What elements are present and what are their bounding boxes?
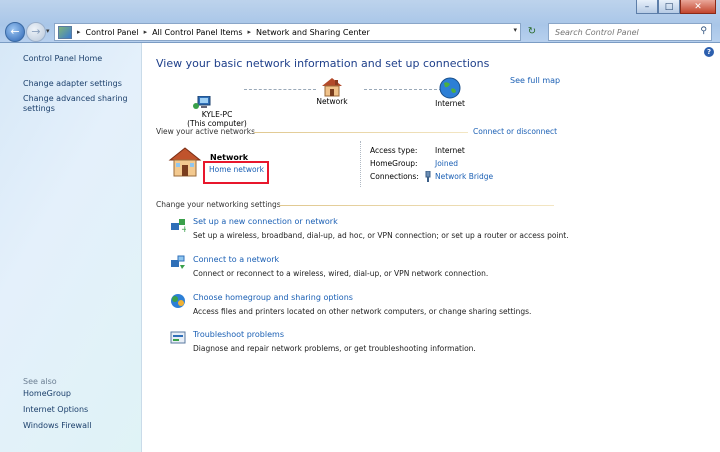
close-button[interactable]: ✕ (680, 0, 716, 14)
setup-new-connection-link[interactable]: Set up a new connection or network (193, 217, 338, 226)
refresh-button[interactable]: ↻ (523, 23, 541, 39)
active-networks-heading: View your active networks (156, 127, 255, 136)
sidebar: Control Panel Home Change adapter settin… (0, 43, 142, 452)
sidebar-windows-firewall[interactable]: Windows Firewall (23, 421, 91, 431)
connect-to-network-link[interactable]: Connect to a network (193, 255, 279, 264)
home-network-icon (168, 147, 202, 177)
homegroup-icon (171, 294, 185, 308)
sidebar-internet-options[interactable]: Internet Options (23, 405, 88, 415)
breadcrumb-control-panel[interactable]: Control Panel (86, 28, 139, 37)
new-connection-icon: + (171, 219, 186, 233)
computer-node: KYLE-PC (This computer) (182, 96, 252, 128)
breadcrumb-separator-icon[interactable]: ▸ (144, 28, 148, 36)
networking-settings-heading: Change your networking settings (156, 200, 281, 209)
sidebar-change-adapter-settings[interactable]: Change adapter settings (23, 79, 122, 89)
homegroup-sharing-desc: Access files and printers located on oth… (193, 307, 532, 316)
search-box[interactable]: ⚲ (548, 23, 712, 41)
vertical-divider (360, 141, 361, 187)
access-type-label: Access type: (370, 146, 418, 155)
forward-button[interactable]: → (26, 22, 46, 42)
window-controls: – □ ✕ (636, 0, 716, 14)
address-dropdown-icon[interactable]: ▾ (513, 26, 517, 34)
access-type-value: Internet (435, 146, 465, 155)
see-full-map-link[interactable]: See full map (510, 76, 560, 85)
maximize-button[interactable]: □ (658, 0, 680, 14)
network-bridge-link[interactable]: Network Bridge (435, 172, 493, 181)
connect-or-disconnect-link[interactable]: Connect or disconnect (473, 127, 557, 136)
breadcrumb-network-sharing-center[interactable]: Network and Sharing Center (256, 28, 370, 37)
computer-name: KYLE-PC (201, 110, 233, 119)
network-bridge-icon (425, 171, 431, 182)
house-network-icon (322, 78, 342, 97)
homegroup-sharing-link[interactable]: Choose homegroup and sharing options (193, 293, 353, 302)
section-divider (254, 132, 468, 133)
troubleshoot-icon (170, 331, 186, 344)
section-divider (279, 205, 554, 206)
breadcrumb-separator-icon[interactable]: ▸ (248, 28, 252, 36)
search-input[interactable] (553, 26, 697, 38)
address-bar[interactable]: ▸ Control Panel ▸ All Control Panel Item… (54, 23, 521, 41)
breadcrumb: ▸ Control Panel ▸ All Control Panel Item… (72, 28, 370, 37)
connect-network-icon (171, 255, 185, 269)
breadcrumb-all-items[interactable]: All Control Panel Items (152, 28, 242, 37)
recent-pages-dropdown[interactable]: ▾ (46, 27, 50, 35)
internet-node[interactable]: Internet (430, 77, 470, 108)
setup-new-connection-desc: Set up a wireless, broadband, dial-up, a… (193, 231, 569, 240)
connection-line (244, 89, 316, 90)
search-icon[interactable]: ⚲ (700, 26, 707, 36)
sidebar-control-panel-home[interactable]: Control Panel Home (23, 54, 102, 64)
main-content: ? View your basic network information an… (142, 43, 720, 452)
globe-icon (439, 77, 461, 99)
minimize-button[interactable]: – (636, 0, 658, 14)
network-type-link[interactable]: Home network (209, 165, 264, 174)
title-address-bar: – □ ✕ ← → ▾ ▸ Control Panel ▸ All Contro… (0, 0, 720, 43)
sidebar-change-advanced-sharing[interactable]: Change advanced sharing (23, 94, 128, 104)
sidebar-change-advanced-sharing-cont[interactable]: settings (23, 104, 55, 114)
sidebar-homegroup[interactable]: HomeGroup (23, 389, 71, 399)
back-button[interactable]: ← (5, 22, 25, 42)
help-icon[interactable]: ? (704, 47, 714, 57)
connections-label: Connections: (370, 172, 419, 181)
network-node-label: Network (316, 97, 348, 106)
page-title: View your basic network information and … (156, 57, 490, 70)
computer-icon (193, 96, 211, 109)
internet-node-label: Internet (435, 99, 465, 108)
see-also-heading: See also (23, 377, 57, 386)
homegroup-link[interactable]: Joined (435, 159, 458, 168)
troubleshoot-link[interactable]: Troubleshoot problems (193, 330, 284, 339)
svg-text:+: + (181, 225, 186, 233)
connect-to-network-desc: Connect or reconnect to a wireless, wire… (193, 269, 489, 278)
troubleshoot-desc: Diagnose and repair network problems, or… (193, 344, 476, 353)
control-panel-icon (58, 25, 72, 39)
homegroup-label: HomeGroup: (370, 159, 418, 168)
network-node[interactable]: Network (310, 77, 354, 106)
breadcrumb-separator-icon[interactable]: ▸ (77, 28, 81, 36)
